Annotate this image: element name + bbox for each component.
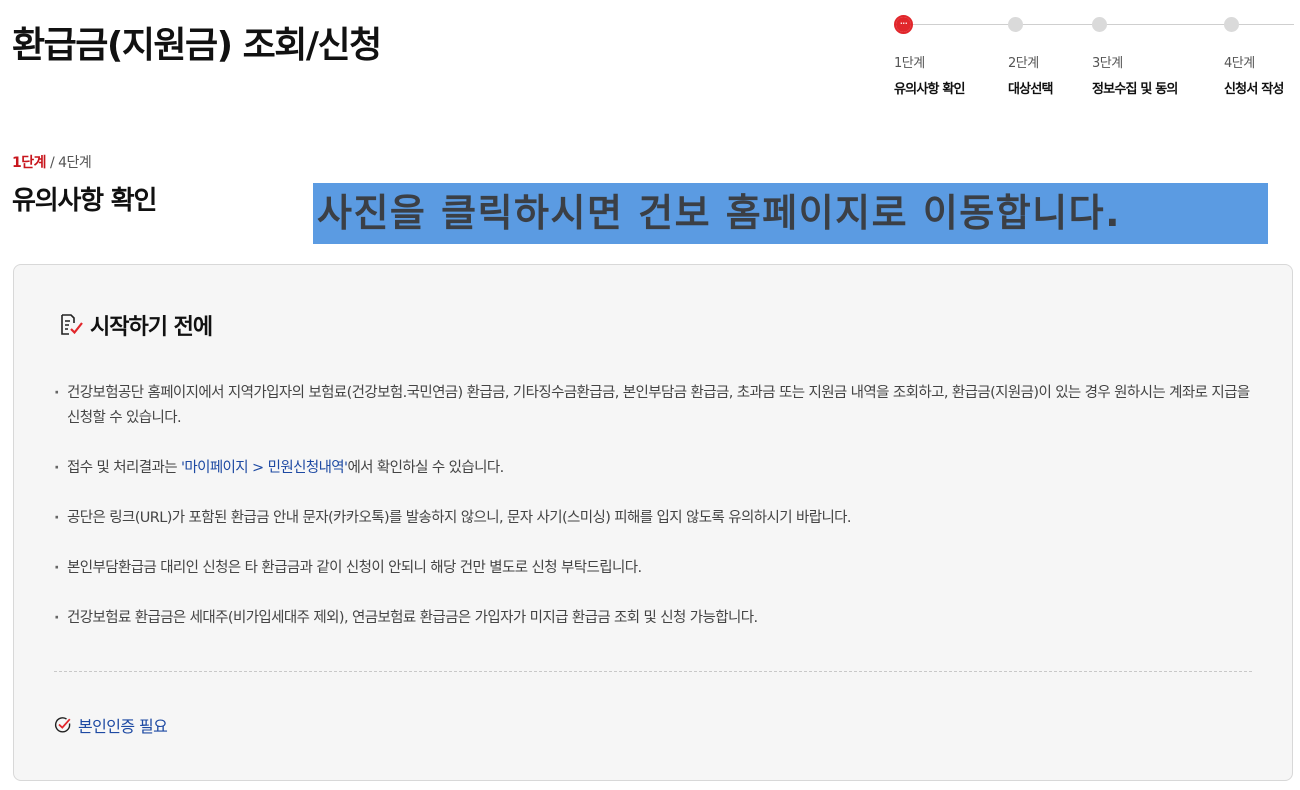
notice-item: 건강보험료 환급금은 세대주(비가입세대주 제외), 연금보험료 환급금은 가입… xyxy=(54,606,1254,631)
step-2-dot xyxy=(1008,17,1023,32)
total-stages: 4단계 xyxy=(58,155,92,171)
check-circle-icon xyxy=(54,716,72,734)
step-1-number: 1단계 xyxy=(894,56,925,71)
step-1-active-dot xyxy=(894,15,913,34)
notice-item: 건강보험공단 홈페이지에서 지역가입자의 보험료(건강보험.국민연금) 환급금,… xyxy=(54,381,1254,431)
notice-item-text: 에서 확인하실 수 있습니다. xyxy=(347,460,504,476)
dashed-divider xyxy=(54,671,1252,672)
notice-item: 접수 및 처리결과는 '마이페이지 > 민원신청내역'에서 확인하실 수 있습니… xyxy=(54,456,1254,481)
step-3-label: 정보수집 및 동의 xyxy=(1092,82,1178,97)
step-1-label: 유의사항 확인 xyxy=(894,82,965,97)
notice-item-text: 접수 및 처리결과는 xyxy=(67,460,181,476)
step-4-label: 신청서 작성 xyxy=(1224,82,1284,97)
notice-header: 시작하기 전에 xyxy=(58,309,213,341)
redirect-overlay-banner[interactable]: 사진을 클릭하시면 건보 홈페이지로 이동합니다. xyxy=(313,183,1268,244)
stage-separator: / xyxy=(49,155,55,171)
auth-requirement: 본인인증 필요 xyxy=(54,713,168,737)
notice-item: 공단은 링크(URL)가 포함된 환급금 안내 문자(카카오톡)를 발송하지 않… xyxy=(54,506,1254,531)
page-title: 환급금(지원금) 조회/신청 xyxy=(12,25,382,66)
step-3-dot xyxy=(1092,17,1107,32)
step-2-label: 대상선택 xyxy=(1008,82,1053,97)
section-title: 유의사항 확인 xyxy=(12,186,157,216)
step-4-dot xyxy=(1224,17,1239,32)
checklist-icon xyxy=(58,312,84,338)
step-2-number: 2단계 xyxy=(1008,56,1039,71)
notice-item: 본인부담환급금 대리인 신청은 타 환급금과 같이 신청이 안되니 해당 건만 … xyxy=(54,556,1254,581)
current-stage: 1단계 xyxy=(12,155,47,171)
step-4-number: 4단계 xyxy=(1224,56,1255,71)
notice-panel: 시작하기 전에 건강보험공단 홈페이지에서 지역가입자의 보험료(건강보험.국민… xyxy=(13,264,1293,781)
mypage-request-history-link[interactable]: '마이페이지 > 민원신청내역' xyxy=(181,460,348,476)
notice-heading: 시작하기 전에 xyxy=(90,315,213,340)
stage-indicator: 1단계 / 4단계 xyxy=(12,152,92,172)
step-3-number: 3단계 xyxy=(1092,56,1123,71)
notice-list: 건강보험공단 홈페이지에서 지역가입자의 보험료(건강보험.국민연금) 환급금,… xyxy=(54,381,1254,656)
progress-stepper: 1단계 2단계 3단계 4단계 유의사항 확인 대상선택 정보수집 및 동의 신… xyxy=(894,14,1294,104)
auth-required-label: 본인인증 필요 xyxy=(78,717,168,736)
